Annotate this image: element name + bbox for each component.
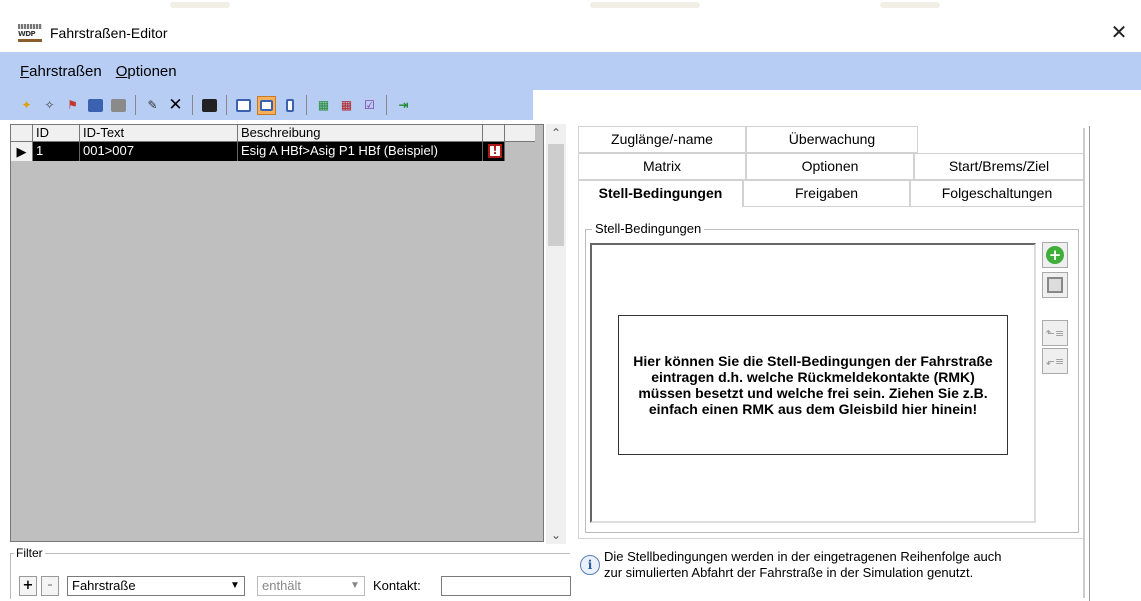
title-bar: WDP Fahrstraßen-Editor ✕ (0, 14, 1141, 52)
filter-add-button[interactable]: + (19, 576, 37, 596)
stell-bedingungen-list[interactable]: Hier können Sie die Stell-Bedingungen de… (590, 243, 1036, 523)
tab-matrix[interactable]: Matrix (578, 153, 746, 180)
cell-id-text[interactable]: 001>007 (80, 142, 238, 161)
matrix-view-icon[interactable] (257, 95, 276, 115)
column-view-icon[interactable] (280, 96, 299, 115)
remove-condition-button[interactable] (1042, 272, 1068, 298)
toolbar-separator (192, 95, 193, 115)
route-list[interactable]: ID ID-Text Beschreibung ▶ 1 001>007 Esig… (10, 124, 544, 542)
delete-icon[interactable]: ✕ (166, 95, 185, 115)
rename-icon[interactable]: ✎ (143, 96, 162, 115)
add-condition-button[interactable]: + (1042, 242, 1068, 268)
column-header-id-text[interactable]: ID-Text (80, 125, 238, 141)
chevron-down-icon: ▼ (230, 580, 240, 591)
tab-freigaben[interactable]: Freigaben (743, 180, 910, 207)
toolbar-separator (226, 95, 227, 115)
route-green-icon[interactable]: ▦ (314, 96, 333, 115)
plus-icon: + (1046, 246, 1064, 264)
save-icon[interactable] (86, 96, 105, 115)
toolbar: ✦ ✧ ⚑ ✎ ✕ ▦ ▦ ☑ ⇥ (0, 90, 533, 120)
delete-icon (1047, 277, 1063, 293)
toolbar-separator (135, 95, 136, 115)
hint-text: Hier können Sie die Stell-Bedingungen de… (618, 315, 1008, 455)
info-line: i Die Stellbedingungen werden in der ein… (578, 540, 1084, 590)
menu-fahrstrassen[interactable]: Fahrstraßen (20, 63, 102, 80)
warning-icon: ! (488, 144, 502, 158)
grid-header: ID ID-Text Beschreibung (11, 125, 535, 142)
column-header-status[interactable] (483, 125, 505, 141)
filter-group: Filter + - Fahrstraße ▼ enthält ▼ Kontak… (10, 546, 571, 599)
scroll-down-icon[interactable]: ⌄ (546, 526, 566, 544)
filter-label: Filter (14, 546, 45, 560)
cell-description[interactable]: Esig A HBf>Asig P1 HBf (Beispiel) (238, 142, 483, 161)
background-smudge (590, 2, 700, 8)
filter-field-select[interactable]: Fahrstraße ▼ (67, 576, 245, 596)
panel-splitter[interactable] (1083, 128, 1085, 598)
background-strip (0, 0, 1141, 14)
column-header-id[interactable]: ID (33, 125, 80, 141)
move-down-icon: ⬐≡ (1045, 354, 1065, 368)
filter-field-value: Fahrstraße (72, 578, 136, 593)
move-up-icon: ⬑≡ (1045, 326, 1065, 340)
tab-folgeschaltungen[interactable]: Folgeschaltungen (910, 180, 1084, 207)
app-icon: WDP (18, 24, 42, 42)
toolbar-separator (386, 95, 387, 115)
right-side-panel (1089, 126, 1141, 601)
scroll-up-icon[interactable]: ⌃ (546, 124, 566, 142)
tab-optionen[interactable]: Optionen (746, 153, 914, 180)
block-icon[interactable] (200, 96, 219, 115)
tab-start-brems-ziel[interactable]: Start/Brems/Ziel (914, 153, 1084, 180)
list-scrollbar[interactable]: ⌃ ⌄ (546, 124, 566, 544)
wizard-icon[interactable]: ✧ (40, 96, 59, 115)
menu-optionen[interactable]: Optionen (116, 63, 177, 80)
background-smudge (170, 2, 230, 8)
cell-status[interactable]: ! (483, 142, 505, 161)
group-label: Stell-Bedingungen (592, 221, 705, 236)
filter-operator-value: enthält (262, 578, 302, 593)
column-header-description[interactable]: Beschreibung (238, 125, 483, 141)
table-view-icon[interactable] (234, 96, 253, 115)
tab-panel-stell-bedingungen: Stell-Bedingungen Hier können Sie die St… (578, 207, 1084, 539)
new-icon[interactable]: ✦ (17, 96, 36, 115)
close-button[interactable]: ✕ (1107, 20, 1131, 44)
row-selector-header (11, 125, 33, 141)
info-text: Die Stellbedingungen werden in der einge… (604, 549, 1002, 581)
tab-stell-bedingungen[interactable]: Stell-Bedingungen (578, 180, 743, 210)
stell-bedingungen-group: Stell-Bedingungen Hier können Sie die St… (585, 221, 1079, 533)
flag-icon[interactable]: ⚑ (63, 96, 82, 115)
background-smudge (880, 2, 940, 8)
filter-remove-button[interactable]: - (41, 576, 59, 596)
tab-ueberwachung[interactable]: Überwachung (746, 126, 918, 153)
print-icon[interactable] (109, 96, 128, 115)
row-pointer-icon: ▶ (11, 142, 33, 161)
tab-zuglaenge[interactable]: Zuglänge/-name (578, 126, 746, 153)
move-down-button[interactable]: ⬐≡ (1042, 348, 1068, 374)
contact-input[interactable] (441, 576, 571, 596)
exit-icon[interactable]: ⇥ (394, 96, 413, 115)
menu-bar: Fahrstraßen Optionen (0, 52, 1141, 90)
chevron-down-icon: ▼ (350, 580, 360, 591)
window-title: Fahrstraßen-Editor (50, 25, 168, 41)
table-row[interactable]: ▶ 1 001>007 Esig A HBf>Asig P1 HBf (Beis… (11, 142, 535, 161)
close-icon: ✕ (1110, 20, 1128, 44)
scroll-thumb[interactable] (548, 144, 564, 246)
cell-id[interactable]: 1 (33, 142, 80, 161)
info-text-line1: Die Stellbedingungen werden in der einge… (604, 549, 1002, 564)
filter-operator-select[interactable]: enthält ▼ (257, 576, 365, 596)
info-text-line2: zur simulierten Abfahrt der Fahrstraße i… (604, 565, 974, 580)
route-red-icon[interactable]: ▦ (337, 96, 356, 115)
toolbar-separator (306, 95, 307, 115)
info-icon: i (580, 555, 600, 575)
contact-label: Kontakt: (373, 578, 421, 593)
move-up-button[interactable]: ⬑≡ (1042, 320, 1068, 346)
check-icon[interactable]: ☑ (360, 96, 379, 115)
